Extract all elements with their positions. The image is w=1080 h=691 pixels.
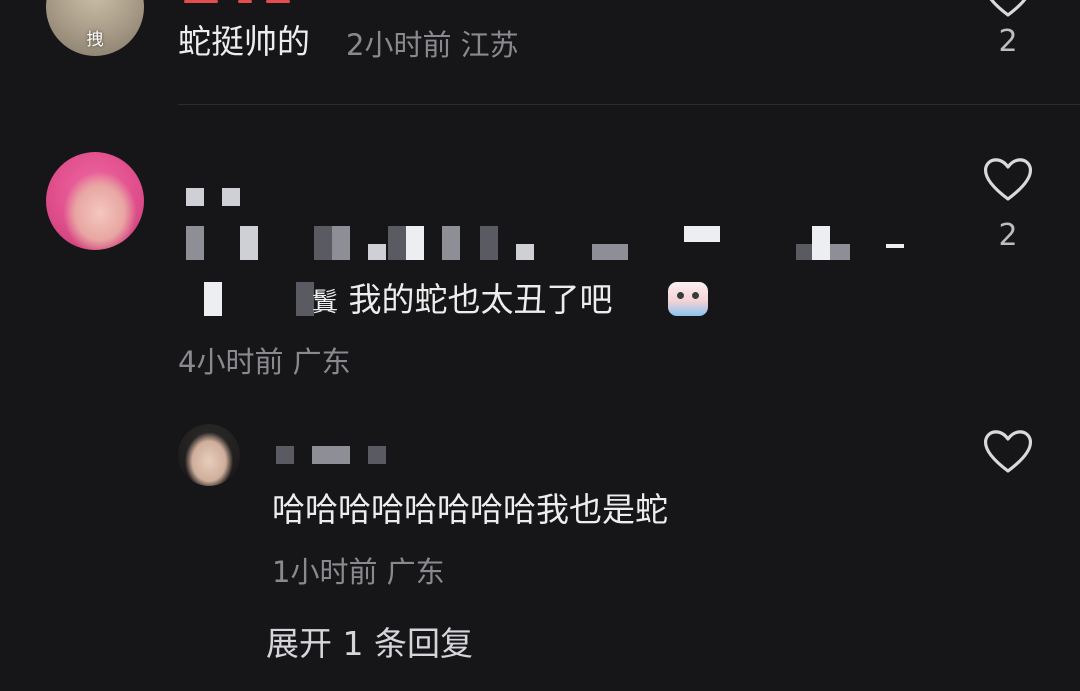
- expand-replies-button[interactable]: 展开 1 条回复: [266, 624, 473, 664]
- reply-text: 哈哈哈哈哈哈哈哈我也是蛇: [272, 490, 668, 529]
- mosaic-block: [186, 226, 204, 260]
- mosaic-block: [406, 226, 424, 260]
- avatar[interactable]: [46, 152, 144, 250]
- mosaic-block: [388, 226, 406, 260]
- mosaic-block: [516, 244, 534, 260]
- comment-time: 2小时前: [346, 28, 452, 62]
- red-decoration: [238, 0, 252, 3]
- comment-text-visible: 我的蛇也太丑了吧: [348, 280, 613, 319]
- heart-outline-icon[interactable]: [980, 0, 1036, 20]
- comment-text: 蛇挺帅的: [178, 22, 310, 61]
- heart-outline-icon[interactable]: [980, 154, 1036, 204]
- comment-time: 4小时前: [178, 345, 284, 379]
- comment-meta: 2小时前 江苏: [346, 27, 519, 63]
- mosaic-block: [240, 226, 258, 260]
- comment-meta: 4小时前 广东: [178, 344, 351, 380]
- mosaic-block: [830, 244, 850, 260]
- mosaic-block: [186, 188, 204, 206]
- mosaic-block: [684, 226, 720, 242]
- comment-location: 江苏: [460, 28, 519, 62]
- comment-text: 鬒 我的蛇也太丑了吧: [312, 280, 613, 323]
- like-count: 2: [998, 24, 1018, 59]
- mosaic-block: [222, 188, 240, 206]
- mosaic-block: [442, 226, 460, 260]
- mosaic-block: [368, 244, 386, 260]
- mosaic-block: [312, 446, 350, 464]
- comment-location: 广东: [292, 345, 351, 379]
- heart-outline-icon[interactable]: [980, 426, 1036, 476]
- avatar-label: 拽: [86, 30, 104, 50]
- mosaic-block: [276, 446, 294, 464]
- avatar[interactable]: [178, 424, 240, 486]
- mosaic-block: [332, 226, 350, 260]
- red-decoration: [266, 0, 290, 3]
- partial-glyph: 鬒: [312, 288, 339, 318]
- red-decoration: [184, 0, 218, 3]
- reply-location: 广东: [386, 555, 445, 589]
- mosaic-block: [886, 244, 904, 248]
- mosaic-block: [368, 446, 386, 464]
- mosaic-block: [592, 244, 628, 260]
- mosaic-block: [796, 244, 812, 260]
- mosaic-block: [204, 282, 222, 316]
- reply-time: 1小时前: [272, 555, 378, 589]
- like-count: 2: [998, 218, 1018, 253]
- mosaic-block: [812, 226, 830, 260]
- mosaic-block: [480, 226, 498, 260]
- divider: [178, 104, 1080, 105]
- avatar[interactable]: 拽: [46, 0, 144, 56]
- reply-meta: 1小时前 广东: [272, 554, 445, 590]
- crying-face-emoji: [668, 282, 708, 316]
- mosaic-block: [314, 226, 332, 260]
